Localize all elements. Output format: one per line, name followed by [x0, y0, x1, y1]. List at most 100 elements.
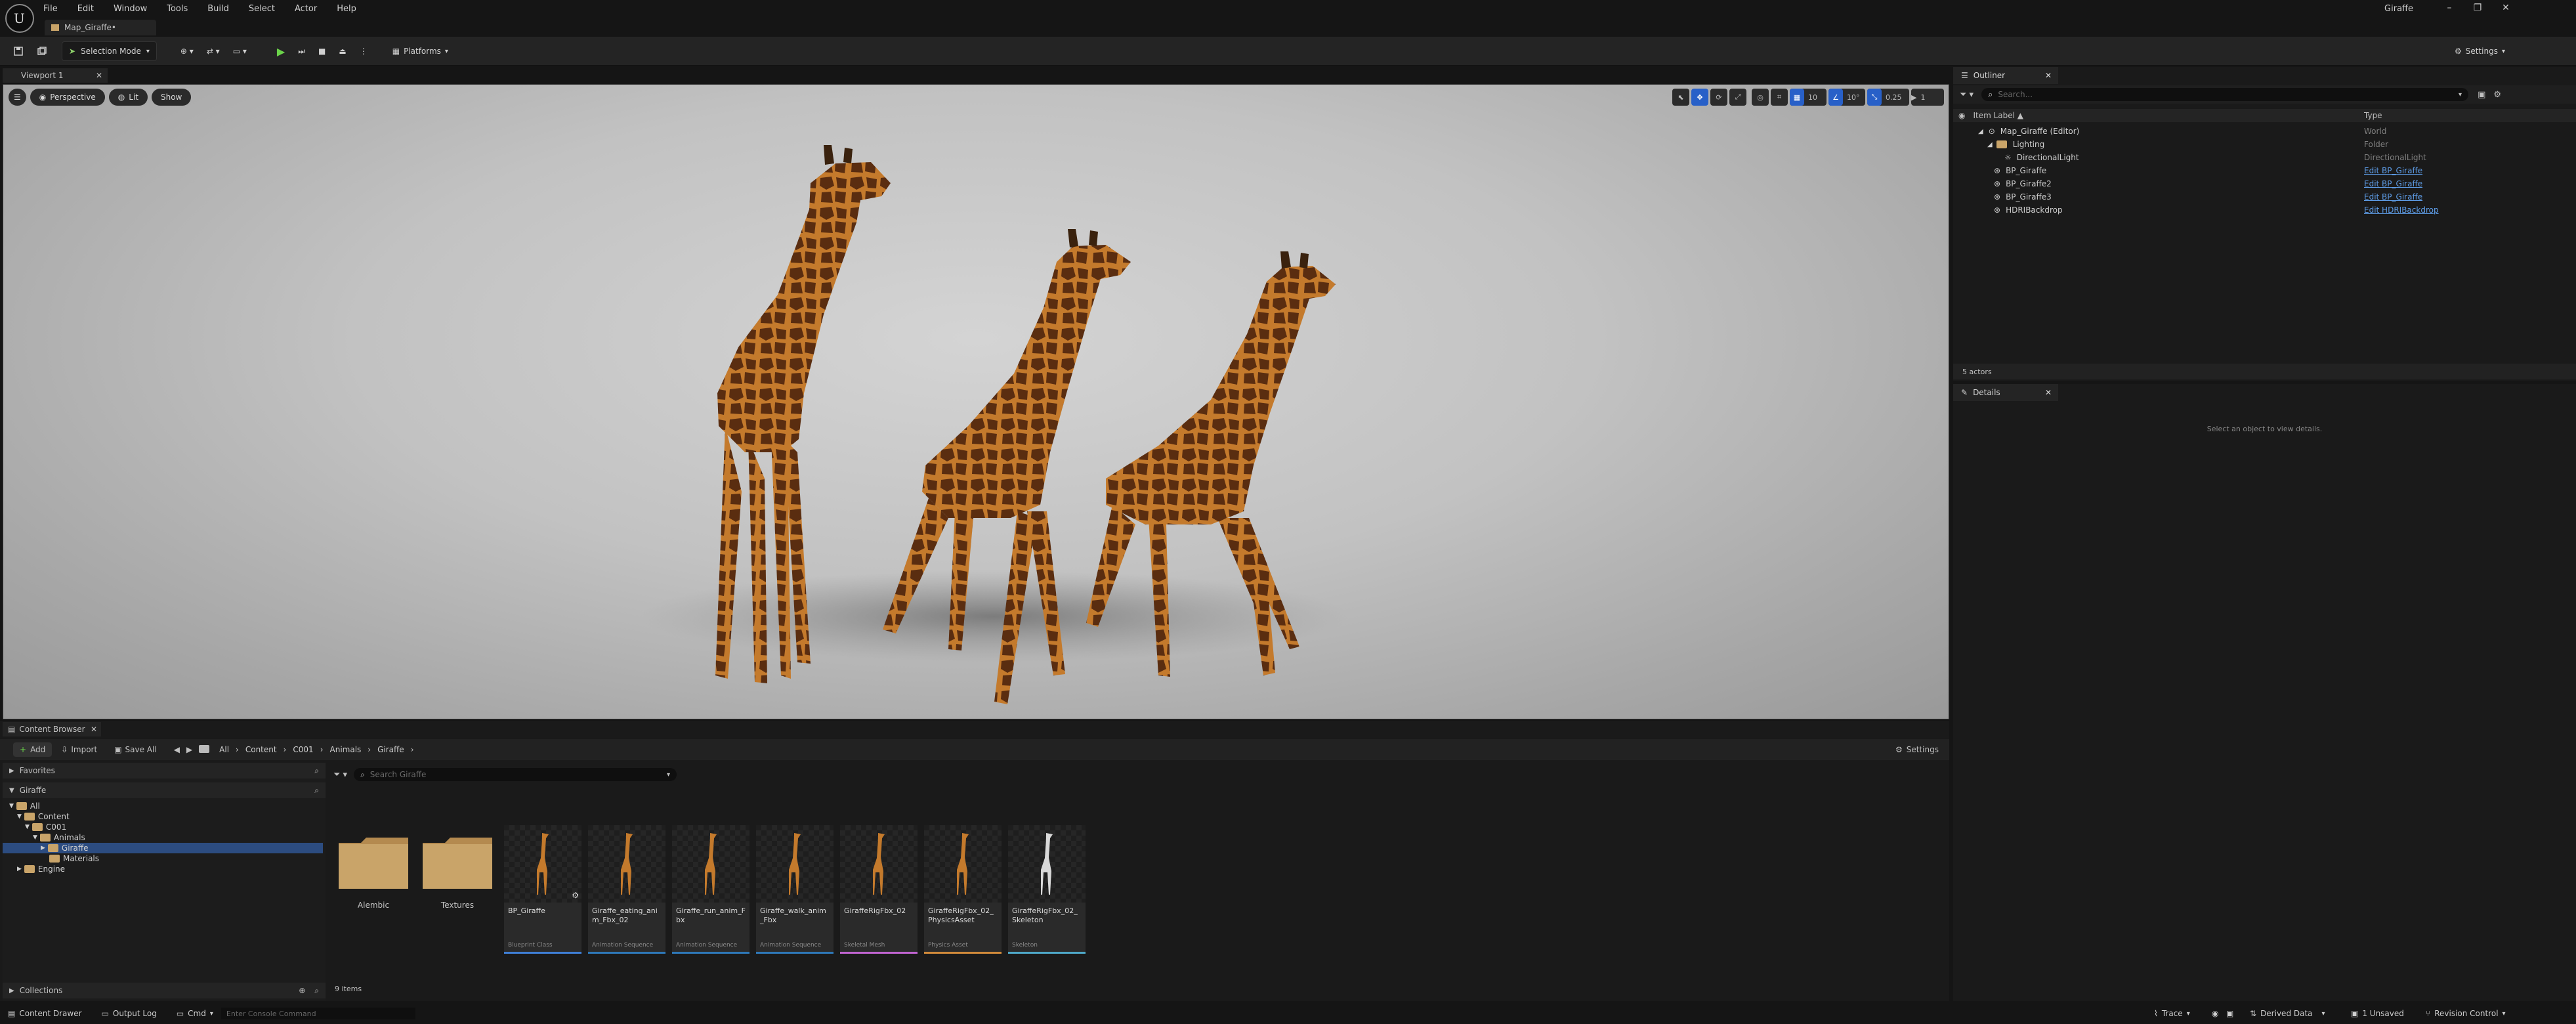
- cinematics-button[interactable]: ▭ ▾: [226, 41, 253, 61]
- column-item-label[interactable]: Item Label ▲: [1973, 111, 2023, 120]
- stop-button[interactable]: ■: [312, 41, 332, 61]
- outliner-row-bp-giraffe[interactable]: ⊛ BP_Giraffe Edit BP_Giraffe: [1953, 164, 2576, 177]
- eject-button[interactable]: ⏏: [332, 41, 352, 61]
- close-icon[interactable]: ✕: [2045, 388, 2052, 397]
- outliner-row-hdribackdrop[interactable]: ⊛ HDRIBackdrop Edit HDRIBackdrop: [1953, 203, 2576, 217]
- collections-header[interactable]: ▶ Collections ⊕ ⌕: [3, 983, 326, 998]
- history-back-icon[interactable]: ◀: [174, 745, 180, 754]
- settings-dropdown[interactable]: ⚙ Settings ▾: [2448, 41, 2512, 61]
- breadcrumb-animals[interactable]: Animals: [330, 745, 362, 754]
- giraffe-root-header[interactable]: ▼ Giraffe ⌕: [3, 782, 326, 798]
- history-forward-icon[interactable]: ▶: [186, 745, 192, 754]
- unreal-logo-icon[interactable]: U: [5, 4, 34, 33]
- breadcrumb-giraffe[interactable]: Giraffe: [377, 745, 404, 754]
- outliner-row-bp-giraffe2[interactable]: ⊛ BP_Giraffe2 Edit BP_Giraffe: [1953, 177, 2576, 190]
- filter-icon[interactable]: ⏷ ▾: [1960, 90, 1974, 100]
- menu-window[interactable]: Window: [114, 4, 147, 14]
- output-log-button[interactable]: ▭ Output Log: [102, 1009, 157, 1018]
- add-collection-icon[interactable]: ⊕: [299, 986, 305, 995]
- tree-item-animals[interactable]: ▼ Animals: [33, 832, 85, 843]
- blueprint-button[interactable]: ⇄ ▾: [200, 41, 226, 61]
- menu-help[interactable]: Help: [337, 4, 356, 14]
- chevron-down-icon[interactable]: ◢: [1987, 141, 1993, 148]
- breadcrumb-content[interactable]: Content: [245, 745, 277, 754]
- close-icon[interactable]: ✕: [91, 725, 97, 734]
- step-button[interactable]: ⏭: [291, 41, 312, 61]
- tree-item-engine[interactable]: ▶ Engine: [17, 864, 65, 874]
- asset-tile[interactable]: Giraffe_run_anim_Fbx Animation Sequence: [672, 825, 750, 954]
- menu-select[interactable]: Select: [249, 4, 275, 14]
- menu-edit[interactable]: Edit: [77, 4, 94, 14]
- tree-item-all[interactable]: ▼ All: [9, 801, 40, 811]
- pause-icon[interactable]: ▣: [2226, 1009, 2233, 1018]
- breadcrumb-c001[interactable]: C001: [293, 745, 313, 754]
- add-folder-icon[interactable]: ▣: [2478, 90, 2485, 100]
- close-icon[interactable]: ✕: [2045, 71, 2052, 80]
- close-window-button[interactable]: ✕: [2493, 3, 2519, 17]
- asset-tile[interactable]: Giraffe_eating_anim_Fbx_02 Animation Seq…: [588, 825, 665, 954]
- outliner-row-directionallight[interactable]: ☼ DirectionalLight DirectionalLight: [1953, 151, 2576, 164]
- folder-textures[interactable]: Textures: [421, 835, 494, 910]
- folder-alembic[interactable]: Alembic: [337, 835, 410, 910]
- asset-tile[interactable]: GiraffeRigFbx_02_Skeleton Skeleton: [1008, 825, 1086, 954]
- play-button[interactable]: ▶: [270, 41, 291, 61]
- asset-search-input[interactable]: ⌕ Search Giraffe ▾: [354, 768, 677, 781]
- menu-file[interactable]: File: [43, 4, 58, 14]
- outliner-row-lighting[interactable]: ◢ Lighting Folder: [1953, 138, 2576, 151]
- unsaved-button[interactable]: ▣ 1 Unsaved: [2351, 1009, 2404, 1018]
- outliner-row-world[interactable]: ◢ ⊙ Map_Giraffe (Editor) World: [1953, 125, 2576, 138]
- tree-item-content[interactable]: ▼ Content: [17, 811, 70, 822]
- tab-outliner[interactable]: ☰ Outliner ✕: [1953, 67, 2058, 84]
- column-type[interactable]: Type: [2364, 111, 2382, 120]
- level-viewport[interactable]: ☰ ◉ Perspective ◍ Lit Show ⬉ ✥ ⟳ ⤢ ◎ ⌗ ▦…: [3, 84, 1949, 719]
- search-icon[interactable]: ⌕: [314, 786, 319, 796]
- trace-dropdown[interactable]: ⌇ Trace ▾: [2154, 1009, 2190, 1018]
- tab-map-giraffe[interactable]: Map_Giraffe•: [45, 20, 156, 35]
- browse-icon[interactable]: [30, 41, 54, 61]
- save-icon[interactable]: [7, 41, 30, 61]
- add-button[interactable]: + Add: [13, 742, 53, 757]
- outliner-search-input[interactable]: ⌕ Search... ▾: [1981, 88, 2469, 101]
- tree-item-c001[interactable]: ▼ C001: [25, 822, 66, 832]
- revision-control-button[interactable]: ⑂ Revision Control ▾: [2426, 1009, 2506, 1018]
- asset-tile[interactable]: GiraffeRigFbx_02 Skeletal Mesh: [840, 825, 918, 954]
- derived-data-button[interactable]: ⇅ Derived Data ▾: [2250, 1009, 2325, 1018]
- content-settings-button[interactable]: ⚙ Settings: [1895, 745, 1939, 754]
- menu-actor[interactable]: Actor: [295, 4, 317, 14]
- tab-details[interactable]: ✎ Details ✕: [1953, 384, 2058, 401]
- visibility-icon[interactable]: ◉: [1958, 111, 1965, 120]
- tree-item-giraffe[interactable]: ▶ Giraffe: [3, 843, 323, 853]
- search-icon[interactable]: ⌕: [314, 986, 319, 996]
- gear-icon[interactable]: ⚙: [2493, 90, 2501, 100]
- add-actor-button[interactable]: ⊕ ▾: [174, 41, 200, 61]
- record-icon[interactable]: ◉: [2212, 1009, 2218, 1018]
- content-drawer-button[interactable]: ▤ Content Drawer: [8, 1009, 82, 1018]
- selection-mode-dropdown[interactable]: ➤ Selection Mode ▾: [62, 41, 157, 61]
- save-all-button[interactable]: ▣ Save All: [114, 745, 157, 754]
- breadcrumb-all[interactable]: All: [219, 745, 229, 754]
- edit-blueprint-link[interactable]: Edit BP_Giraffe: [2364, 179, 2422, 188]
- favorites-header[interactable]: ▶ Favorites ⌕: [3, 763, 326, 779]
- chevron-down-icon[interactable]: ◢: [1978, 128, 1983, 135]
- edit-blueprint-link[interactable]: Edit BP_Giraffe: [2364, 192, 2422, 202]
- filter-icon[interactable]: ⏷ ▾: [333, 770, 347, 780]
- edit-blueprint-link[interactable]: Edit BP_Giraffe: [2364, 166, 2422, 175]
- console-command-input[interactable]: Enter Console Command: [221, 1008, 415, 1019]
- edit-blueprint-link[interactable]: Edit HDRIBackdrop: [2364, 205, 2439, 215]
- asset-tile[interactable]: GiraffeRigFbx_02_PhysicsAsset Physics As…: [924, 825, 1002, 954]
- import-button[interactable]: ⇩ Import: [61, 745, 97, 754]
- menu-build[interactable]: Build: [207, 4, 229, 14]
- search-icon[interactable]: ⌕: [314, 766, 319, 776]
- menu-tools[interactable]: Tools: [167, 4, 188, 14]
- tab-content-browser[interactable]: ▤ Content Browser ✕: [3, 722, 101, 736]
- play-options-button[interactable]: ⋮: [353, 41, 374, 61]
- close-icon[interactable]: ✕: [96, 71, 102, 80]
- cmd-dropdown[interactable]: ▭ Cmd ▾: [177, 1009, 213, 1018]
- asset-tile[interactable]: ⚙ BP_Giraffe Blueprint Class: [504, 825, 581, 954]
- outliner-row-bp-giraffe3[interactable]: ⊛ BP_Giraffe3 Edit BP_Giraffe: [1953, 190, 2576, 203]
- tab-viewport-1[interactable]: Viewport 1 ✕: [3, 68, 108, 83]
- tree-item-materials[interactable]: Materials: [41, 853, 99, 864]
- platforms-dropdown[interactable]: ▦ Platforms ▾: [386, 41, 455, 61]
- maximize-button[interactable]: ❐: [2464, 3, 2491, 17]
- minimize-button[interactable]: –: [2436, 3, 2462, 17]
